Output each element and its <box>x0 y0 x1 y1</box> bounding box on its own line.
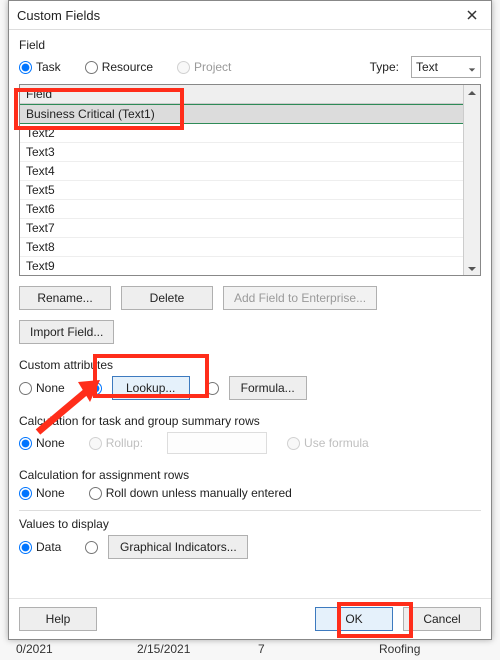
radio-values-data-input[interactable] <box>19 541 32 554</box>
bg-cell: 0/2021 <box>8 642 129 658</box>
radio-project: Project <box>177 60 231 74</box>
field-list-item[interactable]: Text6 <box>20 200 463 219</box>
type-select[interactable]: Text <box>411 56 481 78</box>
radio-values-graphical-input[interactable] <box>85 541 98 554</box>
radio-values-data-label: Data <box>36 540 61 554</box>
cancel-button[interactable]: Cancel <box>403 607 481 631</box>
field-list-item[interactable]: Text8 <box>20 238 463 257</box>
graphical-indicators-button[interactable]: Graphical Indicators... <box>108 535 248 559</box>
radio-values-graphical[interactable] <box>85 541 98 554</box>
field-list-item[interactable]: Text4 <box>20 162 463 181</box>
radio-task[interactable]: Task <box>19 60 61 74</box>
formula-button[interactable]: Formula... <box>229 376 307 400</box>
separator <box>19 510 481 511</box>
field-list-item[interactable]: Text5 <box>20 181 463 200</box>
close-icon <box>467 10 477 20</box>
field-list-item[interactable]: Business Critical (Text1) <box>20 104 463 124</box>
background-data-row: 0/2021 2/15/2021 7 Roofing <box>8 642 492 658</box>
chevron-down-icon <box>468 63 476 71</box>
radio-calc-rollup-input <box>89 437 102 450</box>
radio-resource-input[interactable] <box>85 61 98 74</box>
scroll-down-icon[interactable] <box>467 263 477 273</box>
dialog-title: Custom Fields <box>17 8 100 23</box>
field-list-item[interactable]: Text3 <box>20 143 463 162</box>
bg-cell: Roofing <box>371 642 492 658</box>
radio-calc-none-input[interactable] <box>19 437 32 450</box>
ok-button[interactable]: OK <box>315 607 393 631</box>
custom-attributes-label: Custom attributes <box>19 358 481 372</box>
radio-project-label: Project <box>194 60 231 74</box>
radio-attr-none-label: None <box>36 381 65 395</box>
radio-attr-none-input[interactable] <box>19 382 32 395</box>
field-list-header: Field <box>20 85 463 104</box>
values-display-label: Values to display <box>19 517 481 531</box>
radio-resource-label: Resource <box>102 60 153 74</box>
radio-assign-rolldown-input[interactable] <box>89 487 102 500</box>
radio-resource[interactable]: Resource <box>85 60 153 74</box>
bg-cell: 7 <box>250 642 371 658</box>
field-list-item[interactable]: Text2 <box>20 124 463 143</box>
scroll-up-icon[interactable] <box>467 87 477 97</box>
type-select-value: Text <box>416 60 438 74</box>
radio-calc-rollup-label: Rollup: <box>106 436 143 450</box>
type-label: Type: <box>370 60 399 74</box>
field-list-box: Field Business Critical (Text1) Text2 Te… <box>19 84 481 276</box>
radio-attr-none[interactable]: None <box>19 381 65 395</box>
radio-task-label: Task <box>36 60 61 74</box>
lookup-button[interactable]: Lookup... <box>112 376 190 400</box>
radio-attr-lookup[interactable] <box>89 382 102 395</box>
radio-assign-none-input[interactable] <box>19 487 32 500</box>
rollup-select <box>167 432 267 454</box>
radio-attr-lookup-input[interactable] <box>89 382 102 395</box>
field-type-row: Task Resource Project Type: Text <box>19 56 481 78</box>
radio-calc-useformula-label: Use formula <box>304 436 369 450</box>
radio-assign-rolldown[interactable]: Roll down unless manually entered <box>89 486 292 500</box>
add-enterprise-button: Add Field to Enterprise... <box>223 286 377 310</box>
radio-calc-none-label: None <box>36 436 65 450</box>
calc-assign-label: Calculation for assignment rows <box>19 468 481 482</box>
radio-attr-formula-input[interactable] <box>206 382 219 395</box>
custom-fields-dialog: Custom Fields Field Task Resource Projec… <box>8 0 492 640</box>
radio-values-data[interactable]: Data <box>19 540 61 554</box>
radio-assign-none[interactable]: None <box>19 486 65 500</box>
field-list[interactable]: Field Business Critical (Text1) Text2 Te… <box>20 85 463 275</box>
field-section-label: Field <box>19 38 481 52</box>
field-list-item[interactable]: Text7 <box>20 219 463 238</box>
delete-button[interactable]: Delete <box>121 286 213 310</box>
radio-attr-formula[interactable] <box>206 382 219 395</box>
radio-assign-rolldown-label: Roll down unless manually entered <box>106 486 292 500</box>
field-list-item[interactable]: Text9 <box>20 257 463 275</box>
rename-button[interactable]: Rename... <box>19 286 111 310</box>
radio-project-input <box>177 61 190 74</box>
calc-task-label: Calculation for task and group summary r… <box>19 414 481 428</box>
radio-calc-useformula: Use formula <box>287 436 369 450</box>
radio-calc-useformula-input <box>287 437 300 450</box>
field-list-scrollbar[interactable] <box>463 85 480 275</box>
bg-cell: 2/15/2021 <box>129 642 250 658</box>
close-button[interactable] <box>457 3 487 27</box>
radio-calc-none[interactable]: None <box>19 436 65 450</box>
help-button[interactable]: Help <box>19 607 97 631</box>
titlebar: Custom Fields <box>9 1 491 30</box>
import-field-button[interactable]: Import Field... <box>19 320 114 344</box>
radio-calc-rollup: Rollup: <box>89 436 143 450</box>
radio-assign-none-label: None <box>36 486 65 500</box>
radio-task-input[interactable] <box>19 61 32 74</box>
